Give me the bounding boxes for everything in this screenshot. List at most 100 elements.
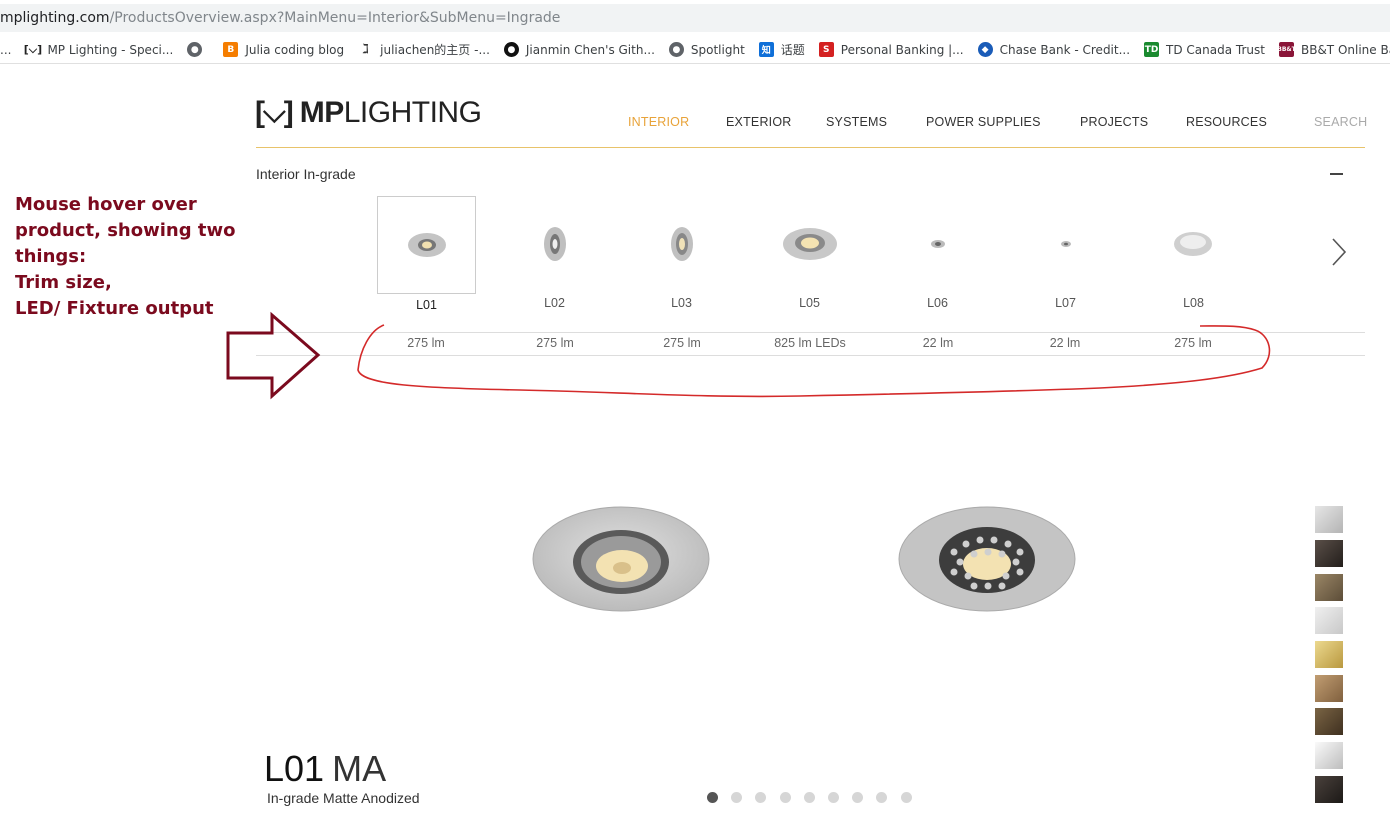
annotation-note: Mouse hover over product, showing two th…	[15, 192, 240, 322]
product-output: 22 lm	[922, 336, 954, 350]
bookmark-globe[interactable]: ●	[187, 42, 209, 57]
model-finish: MA	[332, 748, 387, 789]
product-name: L08	[1183, 296, 1204, 310]
finish-swatch-white[interactable]	[1315, 607, 1343, 634]
annotation-line: LED/ Fixture output	[15, 298, 214, 319]
bookmark-chase[interactable]: ◆ Chase Bank - Credit...	[977, 42, 1131, 57]
finish-swatch-silver[interactable]	[1315, 506, 1343, 533]
product-thumb-l03[interactable]	[632, 196, 731, 294]
fixture-icon	[1174, 232, 1212, 256]
output-row-bottom-divider	[256, 355, 1365, 356]
logo-mp: MP	[299, 96, 345, 129]
mp-lighting-icon: [⌵]	[23, 42, 43, 56]
chevron-right-icon[interactable]	[1330, 236, 1348, 273]
product-name: L01	[416, 298, 437, 312]
bookmark-julia-blog[interactable]: B Julia coding blog	[223, 42, 344, 57]
finish-swatch-dark-bronze[interactable]	[1315, 540, 1343, 567]
bookmark-label: Julia coding blog	[245, 42, 345, 57]
product-output: 22 lm	[1049, 336, 1081, 350]
carousel-dot[interactable]	[731, 792, 743, 803]
fixture-icon	[931, 240, 945, 248]
fixture-icon	[1061, 241, 1071, 247]
carousel-dot[interactable]	[779, 792, 791, 803]
site-logo[interactable]: [⌵] MP LIGHTING	[255, 96, 482, 130]
product-thumb-l07[interactable]	[1016, 196, 1115, 294]
bookmark-personal-banking[interactable]: S Personal Banking |...	[818, 42, 964, 57]
model-title: L01 MA	[264, 748, 386, 790]
carousel-dot[interactable]	[900, 792, 912, 803]
address-bar[interactable]: mplighting.com/ProductsOverview.aspx?Mai…	[0, 4, 1390, 32]
product-output: 275 lm	[536, 336, 574, 350]
nav-power-supplies[interactable]: POWER SUPPLIES	[926, 115, 1041, 129]
bookmark-topic[interactable]: 知话题	[758, 41, 805, 58]
bookmark-github[interactable]: ● Jianmin Chen's Gith...	[503, 42, 655, 57]
product-thumb-l01[interactable]	[377, 196, 476, 294]
url-host: mplighting.com	[0, 10, 110, 26]
bookmark-juliachen[interactable]: ℷ juliachen的主页 -...	[358, 41, 489, 58]
bookmark-td[interactable]: TD TD Canada Trust	[1144, 42, 1265, 57]
blogger-icon: B	[223, 42, 239, 57]
chase-icon: ◆	[977, 42, 993, 57]
nav-projects[interactable]: PROJECTS	[1080, 115, 1148, 129]
bookmark-mp-lighting[interactable]: [⌵] MP Lighting - Speci...	[23, 42, 174, 57]
header-divider	[256, 147, 1365, 148]
carousel-dot[interactable]	[852, 792, 864, 803]
logo-lighting: LIGHTING	[343, 96, 482, 129]
product-name: L03	[671, 296, 692, 310]
product-name: L05	[799, 296, 820, 310]
fixture-icon	[544, 227, 566, 261]
finish-swatch-copper[interactable]	[1315, 675, 1343, 702]
nav-systems[interactable]: SYSTEMS	[826, 115, 887, 129]
collapse-icon[interactable]	[1330, 173, 1343, 175]
zhihu-icon: 知	[758, 42, 774, 57]
fixture-icon	[408, 233, 446, 257]
carousel-dot[interactable]	[803, 792, 815, 803]
nav-exterior[interactable]: EXTERIOR	[726, 115, 792, 129]
bookmark-label: BB&T Online Banki...	[1300, 42, 1390, 57]
bookmark-label: Personal Banking |...	[840, 42, 964, 57]
bookmark-label: ...	[0, 42, 12, 57]
finish-swatch-black[interactable]	[1315, 776, 1343, 803]
annotation-line: Mouse hover over	[15, 194, 197, 215]
hero-image-honeycomb	[898, 500, 1078, 620]
product-name: L07	[1055, 296, 1076, 310]
annotation-overlay	[226, 311, 1271, 400]
product-output: 825 lm LEDs	[774, 336, 846, 350]
product-thumb-l08[interactable]	[1144, 196, 1243, 294]
product-thumb-l02[interactable]	[505, 196, 604, 294]
product-output: 275 lm	[663, 336, 701, 350]
bookmark-label: Chase Bank - Credit...	[999, 42, 1131, 57]
search-link[interactable]: SEARCH	[1314, 115, 1367, 129]
bookmark-spotlight[interactable]: ● Spotlight	[668, 42, 745, 57]
output-row-top-divider	[256, 332, 1365, 333]
annotation-line: Trim size,	[15, 272, 112, 293]
bookmark-apps[interactable]: ...	[0, 43, 11, 57]
model-subtitle: In-grade Matte Anodized	[267, 790, 420, 806]
carousel-dots	[707, 792, 925, 803]
bookmarks-bar: ... [⌵] MP Lighting - Speci... ● B Julia c…	[0, 36, 1390, 64]
carousel-dot[interactable]	[707, 792, 718, 803]
fixture-icon	[671, 227, 693, 261]
bookmark-bbt[interactable]: BB&T BB&T Online Banki...	[1277, 42, 1390, 57]
finish-swatch-bronze[interactable]	[1315, 574, 1343, 601]
github-icon: ●	[503, 42, 519, 57]
carousel-dot[interactable]	[827, 792, 839, 803]
product-thumb-l06[interactable]	[888, 196, 987, 294]
finish-swatch-antique[interactable]	[1315, 708, 1343, 735]
zhihu-user-icon: ℷ	[362, 42, 369, 57]
product-thumb-l05[interactable]	[760, 196, 859, 294]
bbt-icon: BB&T	[1277, 42, 1296, 57]
bookmark-label: 话题	[780, 43, 805, 57]
nav-resources[interactable]: RESOURCES	[1186, 115, 1267, 129]
product-name: L06	[927, 296, 948, 310]
bookmark-label: MP Lighting - Speci...	[47, 42, 174, 57]
nav-interior[interactable]: INTERIOR	[628, 115, 689, 129]
annotation-line: product, showing two	[15, 220, 236, 241]
hero-image-front	[532, 500, 712, 620]
finish-swatch-brass[interactable]	[1315, 641, 1343, 668]
section-title: Interior In-grade	[256, 166, 356, 182]
carousel-dot[interactable]	[876, 792, 888, 803]
carousel-dot[interactable]	[755, 792, 767, 803]
finish-swatch-chrome[interactable]	[1315, 742, 1343, 769]
bank-icon: S	[818, 42, 834, 57]
